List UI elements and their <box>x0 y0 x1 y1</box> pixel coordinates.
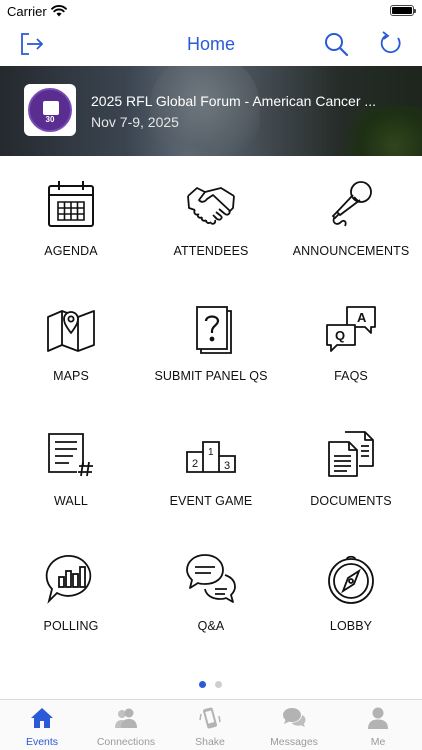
status-bar: Carrier <box>0 0 422 22</box>
tile-label: ANNOUNCEMENTS <box>292 244 410 258</box>
tab-bar: Events Connections Shake Messages Me <box>0 699 422 750</box>
page-indicator[interactable] <box>0 681 422 689</box>
poll-chart-icon <box>45 553 97 605</box>
event-banner[interactable]: 30 2025 RFL Global Forum - American Canc… <box>0 66 422 156</box>
documents-icon <box>325 428 377 480</box>
handshake-icon <box>185 178 237 230</box>
tab-label: Messages <box>270 736 318 748</box>
navigation-bar: Home <box>0 22 422 66</box>
anniversary-seal-icon: 30 <box>28 88 72 132</box>
tile-label: WALL <box>54 494 88 508</box>
tile-attendees[interactable]: ATTENDEES <box>141 170 281 280</box>
tile-label: AGENDA <box>44 244 98 258</box>
page-title: Home <box>186 34 235 54</box>
tile-label: POLLING <box>43 619 99 633</box>
carrier-label: Carrier <box>7 4 47 19</box>
search-icon[interactable] <box>322 30 350 58</box>
event-title: 2025 RFL Global Forum - American Cancer … <box>91 93 377 109</box>
tab-label: Events <box>25 736 59 748</box>
tile-event-game[interactable]: 2 31 EVENT GAME <box>141 420 281 530</box>
tile-documents[interactable]: DOCUMENTS <box>281 420 421 530</box>
tile-polling[interactable]: POLLING <box>1 545 141 655</box>
event-logo: 30 <box>24 84 76 136</box>
svg-text:1: 1 <box>208 447 214 458</box>
tab-events[interactable]: Events <box>0 700 84 750</box>
svg-text:2: 2 <box>192 458 198 470</box>
tile-faqs[interactable]: AQ FAQS <box>281 295 421 405</box>
tab-connections[interactable]: Connections <box>84 700 168 750</box>
people-icon <box>114 706 138 730</box>
compass-icon <box>325 553 377 605</box>
tile-label: ATTENDEES <box>173 244 249 258</box>
tab-label: Me <box>370 736 386 748</box>
wifi-icon <box>51 4 67 17</box>
calendar-icon <box>45 178 97 230</box>
podium-icon: 2 31 <box>185 428 237 480</box>
tab-messages[interactable]: Messages <box>252 700 336 750</box>
tile-lobby[interactable]: LOBBY <box>281 545 421 655</box>
person-icon <box>366 706 390 730</box>
tile-agenda[interactable]: AGENDA <box>1 170 141 280</box>
qa-bubbles-icon: AQ <box>325 303 377 355</box>
tile-maps[interactable]: MAPS <box>1 295 141 405</box>
svg-text:A: A <box>357 310 367 325</box>
event-dates: Nov 7-9, 2025 <box>91 114 179 130</box>
tile-label: SUBMIT PANEL QS <box>154 369 268 383</box>
svg-text:Q: Q <box>335 328 345 343</box>
tab-label: Shake <box>195 736 225 748</box>
tile-label: DOCUMENTS <box>310 494 392 508</box>
tile-label: EVENT GAME <box>169 494 253 508</box>
tile-label: Q&A <box>197 619 225 633</box>
battery-icon <box>390 5 416 16</box>
tile-label: LOBBY <box>329 619 373 633</box>
tile-submit-panel-qs[interactable]: SUBMIT PANEL QS <box>141 295 281 405</box>
messages-icon <box>282 706 306 730</box>
map-pin-icon <box>45 303 97 355</box>
wall-post-icon <box>45 428 97 480</box>
tab-me[interactable]: Me <box>336 700 420 750</box>
shake-phone-icon <box>198 706 222 730</box>
tab-shake[interactable]: Shake <box>168 700 252 750</box>
tile-announcements[interactable]: ANNOUNCEMENTS <box>281 170 421 280</box>
microphone-icon <box>325 178 377 230</box>
tile-qa[interactable]: Q&A <box>141 545 281 655</box>
tile-wall[interactable]: WALL <box>1 420 141 530</box>
page-dot[interactable] <box>215 681 222 688</box>
chat-bubbles-icon <box>185 553 237 605</box>
home-icon <box>30 706 54 730</box>
refresh-icon[interactable] <box>377 30 405 58</box>
tab-label: Connections <box>96 736 156 748</box>
tile-label: FAQS <box>334 369 368 383</box>
page-dot-active[interactable] <box>199 681 206 688</box>
svg-text:3: 3 <box>224 460 230 472</box>
question-card-icon <box>185 303 237 355</box>
tile-label: MAPS <box>53 369 89 383</box>
